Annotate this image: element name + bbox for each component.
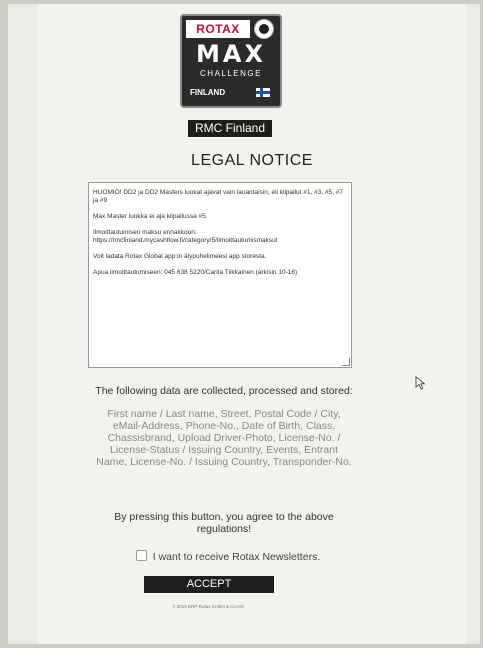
monitor-screen: ROTAX MAX CHALLENGE FINLAND RMC Finland …	[8, 4, 480, 644]
logo-country-text: FINLAND	[190, 88, 226, 97]
site-name-badge: RMC Finland	[188, 120, 272, 137]
notice-paragraph: Max Master luokka ei aja kilpailussa #5.	[93, 213, 208, 220]
notice-paragraph: Voit ladata Rotax Global app:in älypuhel…	[93, 253, 267, 260]
page-title: LEGAL NOTICE	[191, 152, 313, 169]
legal-notice-page: ROTAX MAX CHALLENGE FINLAND RMC Finland …	[38, 4, 466, 644]
copyright-text: © 2019 BRP-Rotax GmbH & Co KG	[172, 604, 244, 609]
logo-emblem-icon	[254, 19, 274, 39]
notice-paragraph: HUOMIO! DD2 ja DD2 Masters luokat ajavat…	[93, 189, 344, 204]
mouse-cursor-icon	[415, 376, 426, 390]
agreement-text: By pressing this button, you agree to th…	[114, 511, 334, 535]
accept-button[interactable]: ACCEPT	[144, 576, 274, 593]
notice-paragraph: Ilmoittautumisen maksu ennakkoon: https:…	[93, 229, 278, 244]
logo-challenge-text: CHALLENGE	[200, 69, 262, 78]
newsletter-option[interactable]: I want to receive Rotax Newsletters.	[98, 550, 358, 563]
resize-handle-icon[interactable]	[342, 358, 350, 366]
data-collection-list: First name / Last name, Street, Postal C…	[96, 408, 352, 468]
newsletter-checkbox[interactable]	[135, 550, 147, 561]
logo-max-text: MAX	[196, 40, 266, 68]
notice-textarea[interactable]: HUOMIO! DD2 ja DD2 Masters luokat ajavat…	[88, 182, 352, 368]
rotax-max-challenge-logo: ROTAX MAX CHALLENGE FINLAND	[180, 14, 282, 108]
newsletter-label[interactable]: I want to receive Rotax Newsletters.	[153, 551, 320, 563]
finland-flag-icon	[256, 88, 270, 97]
notice-paragraph: Apua ilmoittautumiseen: 045 638 5220/Car…	[93, 269, 298, 276]
logo-brand-text: ROTAX	[186, 20, 250, 38]
data-collection-intro: The following data are collected, proces…	[95, 385, 353, 397]
